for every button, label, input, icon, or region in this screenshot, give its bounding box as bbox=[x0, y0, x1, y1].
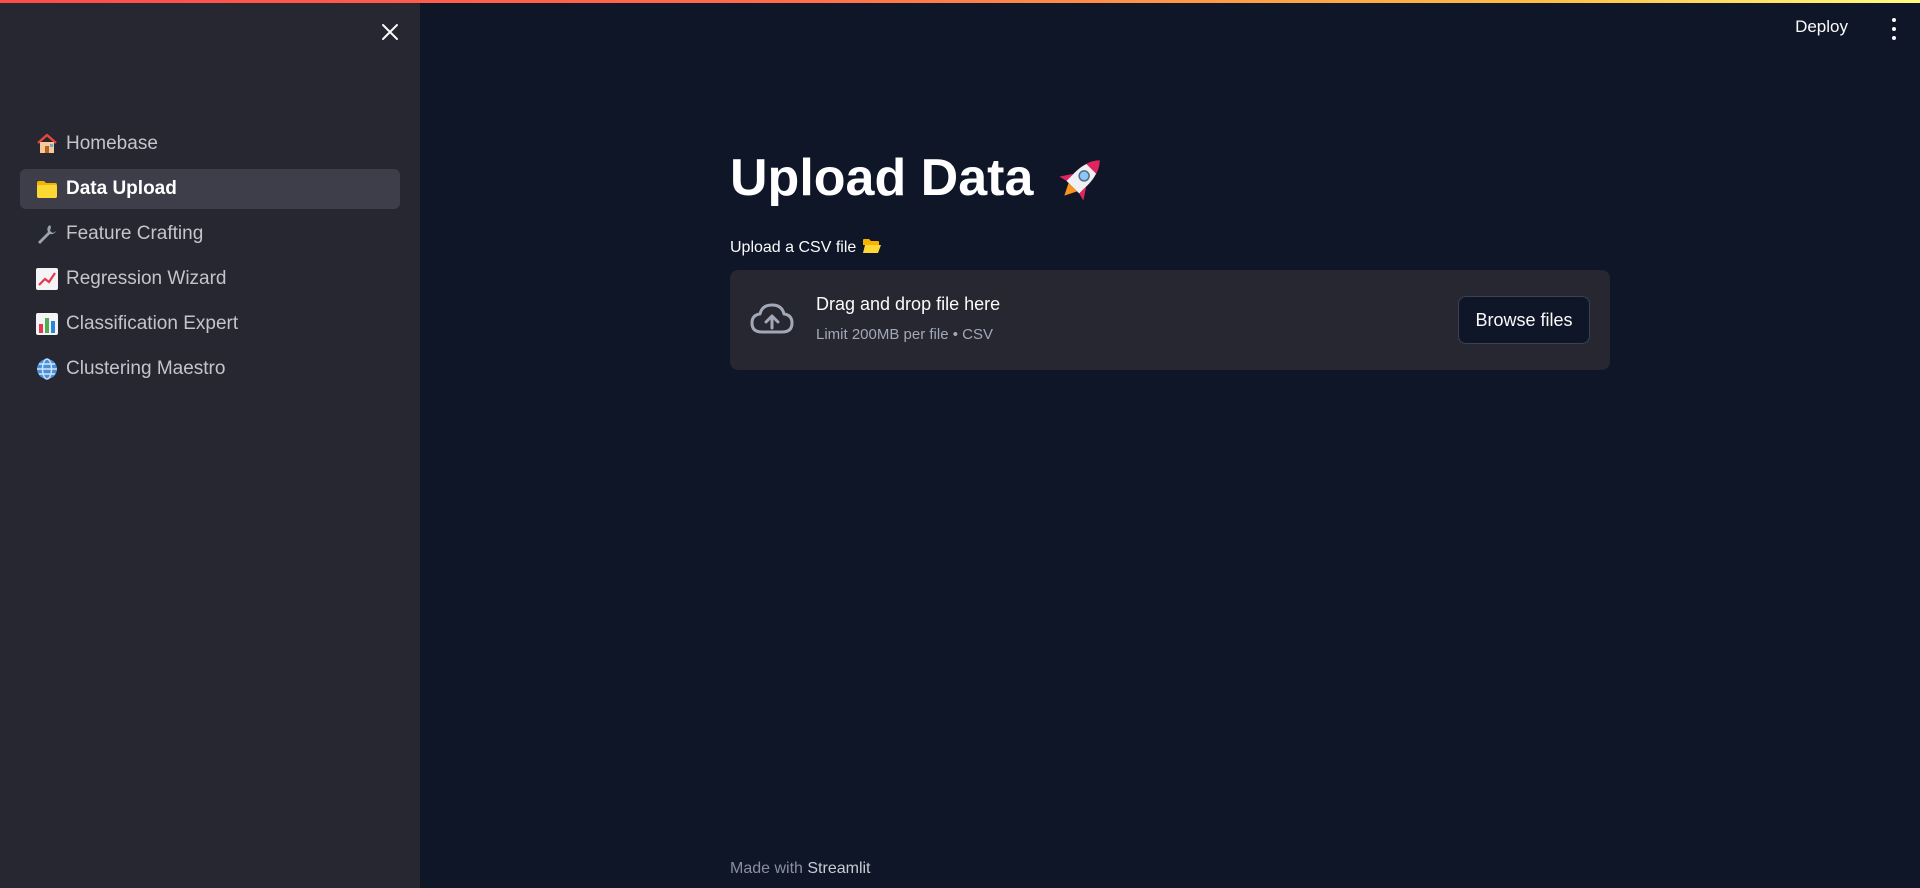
sidebar-item-classification-expert[interactable]: Classification Expert bbox=[20, 304, 400, 344]
close-sidebar-button[interactable] bbox=[374, 16, 406, 48]
sidebar-item-label: Feature Crafting bbox=[66, 223, 204, 244]
uploader-label-text: Upload a CSV file bbox=[730, 239, 857, 256]
streamlit-link[interactable]: Streamlit bbox=[807, 860, 870, 877]
sidebar-item-clustering-maestro[interactable]: Clustering Maestro bbox=[20, 349, 400, 389]
dropzone-instructions: Drag and drop file here Limit 200MB per … bbox=[816, 294, 1000, 343]
house-icon bbox=[34, 131, 60, 157]
cloud-upload-icon bbox=[750, 303, 794, 334]
globe-icon bbox=[34, 356, 60, 382]
bar-chart-icon bbox=[34, 311, 60, 337]
line-chart-icon bbox=[34, 266, 60, 292]
sidebar-nav: Homebase Data Upload Feature Crafting Re… bbox=[20, 124, 400, 394]
page-title-text: Upload Data bbox=[730, 149, 1034, 207]
sidebar-item-data-upload[interactable]: Data Upload bbox=[20, 169, 400, 209]
sidebar-item-regression-wizard[interactable]: Regression Wizard bbox=[20, 259, 400, 299]
main-content: Upload Data Upload a CSV file Drag and d… bbox=[730, 140, 1610, 370]
file-dropzone[interactable]: Drag and drop file here Limit 200MB per … bbox=[730, 270, 1610, 370]
folder-icon bbox=[34, 176, 60, 202]
app-header: Deploy bbox=[420, 0, 1920, 60]
sidebar-item-feature-crafting[interactable]: Feature Crafting bbox=[20, 214, 400, 254]
sidebar-item-homebase[interactable]: Homebase bbox=[20, 124, 400, 164]
sidebar-item-label: Clustering Maestro bbox=[66, 358, 226, 379]
kebab-menu-icon bbox=[1892, 18, 1896, 22]
footer: Made with Streamlit bbox=[730, 860, 871, 878]
close-icon bbox=[382, 24, 398, 40]
uploader-label: Upload a CSV file bbox=[730, 236, 1610, 260]
deploy-button[interactable]: Deploy bbox=[1795, 17, 1848, 37]
main-menu-button[interactable] bbox=[1888, 18, 1900, 40]
open-folder-icon bbox=[862, 237, 882, 260]
dropzone-limit-text: Limit 200MB per file • CSV bbox=[816, 326, 993, 343]
sidebar: Homebase Data Upload Feature Crafting Re… bbox=[0, 0, 420, 888]
sidebar-item-label: Classification Expert bbox=[66, 313, 239, 334]
dropzone-primary-text: Drag and drop file here bbox=[816, 294, 1001, 314]
browse-files-button[interactable]: Browse files bbox=[1458, 296, 1590, 344]
page-title: Upload Data bbox=[730, 140, 1610, 216]
wrench-icon bbox=[34, 221, 60, 247]
sidebar-item-label: Regression Wizard bbox=[66, 268, 227, 289]
footer-prefix: Made with bbox=[730, 860, 803, 877]
top-decoration-stripe bbox=[0, 0, 1920, 3]
rocket-icon bbox=[1059, 160, 1101, 201]
sidebar-item-label: Data Upload bbox=[66, 178, 177, 199]
sidebar-item-label: Homebase bbox=[66, 133, 158, 154]
